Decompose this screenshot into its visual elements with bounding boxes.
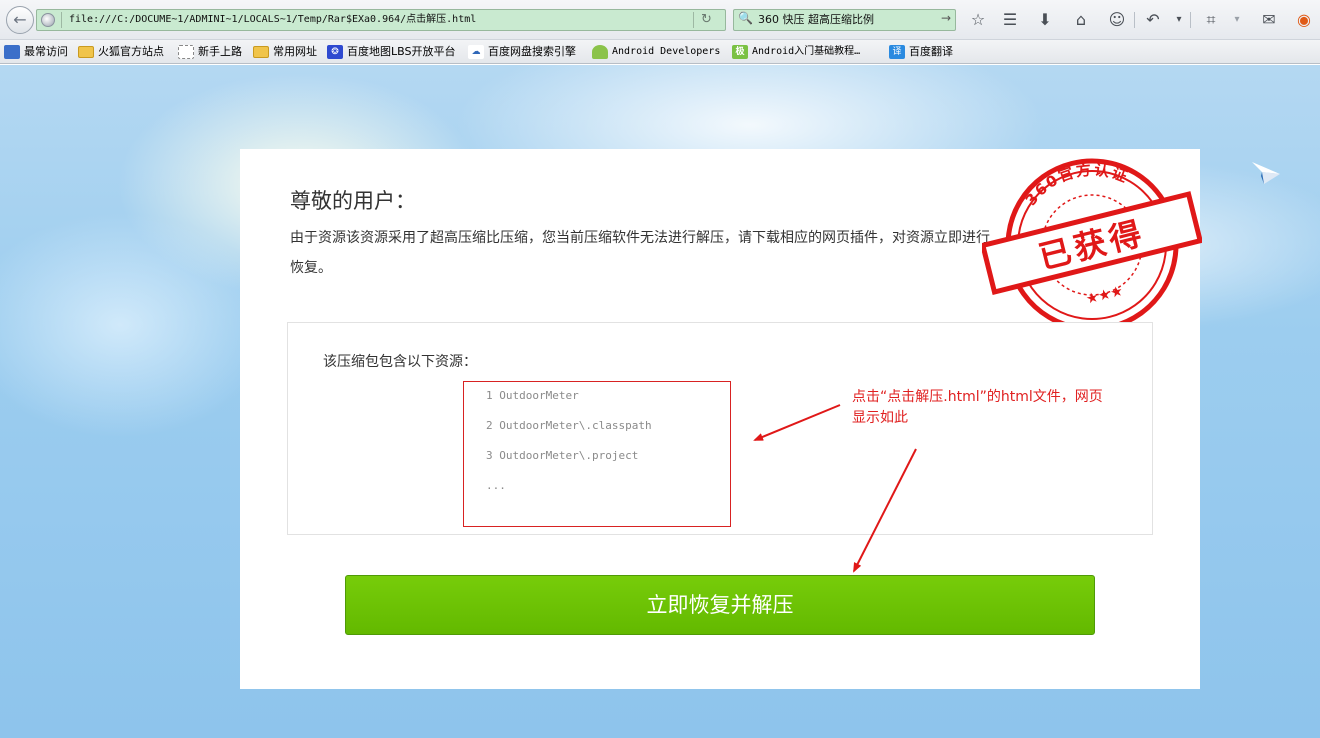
back-button[interactable]: ← — [6, 6, 34, 34]
paper-plane-icon — [1252, 162, 1280, 184]
search-input[interactable]: 360 快压 超高压缩比例 — [758, 10, 874, 30]
back-arrow-icon: ← — [13, 10, 27, 29]
notice-message: 由于资源该资源采用了超高压缩比压缩，您当前压缩软件无法进行解压，请下载相应的网页… — [290, 230, 990, 276]
reader-icon[interactable]: ☰ — [999, 10, 1021, 30]
bookmark-label: 百度网盘搜索引擎 — [488, 45, 576, 58]
stamp-stars-icon: ★★★ — [1084, 283, 1124, 308]
bookmark-common-sites[interactable]: 常用网址 — [253, 43, 317, 61]
search-go-icon[interactable]: → — [941, 11, 951, 25]
undo-icon[interactable]: ↶ — [1142, 10, 1164, 30]
weibo-icon[interactable]: ◉ — [1293, 10, 1315, 30]
search-icon: 🔍 — [738, 11, 753, 25]
bookmark-label: Android入门基础教程… — [752, 46, 861, 57]
bookmark-label: 常用网址 — [273, 45, 317, 58]
bookmark-getting-started[interactable]: 新手上路 — [178, 43, 242, 61]
bookmark-baidu-translate[interactable]: 译 百度翻译 — [889, 43, 953, 61]
folder-icon — [253, 46, 269, 58]
bookmark-label: 新手上路 — [198, 45, 242, 58]
url-separator — [61, 12, 62, 28]
chevron-down-icon[interactable]: ▾ — [1168, 10, 1190, 30]
baidu-paw-icon: ❂ — [327, 45, 343, 59]
greeting-heading: 尊敬的用户： — [290, 189, 416, 213]
annotation-note: 点击“点击解压.html”的html文件，网页显示如此 — [852, 389, 1103, 426]
cloud-icon: ☁ — [468, 45, 484, 59]
content-card: 尊敬的用户： 由于资源该资源采用了超高压缩比压缩，您当前压缩软件无法进行解压，请… — [240, 149, 1202, 689]
file-list-item: 1 OutdoorMeter — [486, 389, 579, 402]
bookmark-baidu-lbs[interactable]: ❂ 百度地图LBS开放平台 — [327, 43, 455, 61]
search-bar[interactable]: 🔍 360 快压 超高压缩比例 → — [733, 9, 956, 31]
most-visited-icon — [4, 45, 20, 59]
url-bar[interactable]: file:///C:/DOCUME~1/ADMINI~1/LOCALS~1/Te… — [36, 9, 726, 31]
bookmark-label: 百度地图LBS开放平台 — [347, 45, 456, 58]
site-identity-icon[interactable] — [41, 13, 55, 27]
crop-icon[interactable]: ⌗ — [1200, 10, 1222, 30]
download-icon[interactable]: ⬇ — [1034, 10, 1056, 30]
file-list-item: ... — [486, 479, 506, 492]
certification-stamp: 360官方认证 已获得 ★★★ — [982, 155, 1202, 332]
browser-navbar: ← file:///C:/DOCUME~1/ADMINI~1/LOCALS~1/… — [0, 0, 1320, 40]
translate-icon: 译 — [889, 45, 905, 59]
bookmark-label: 火狐官方站点 — [98, 45, 164, 58]
bookmark-baidu-pan-search[interactable]: ☁ 百度网盘搜索引擎 — [468, 43, 576, 61]
green-badge-icon: 极 — [732, 45, 748, 59]
comment-icon[interactable]: ✉ — [1258, 10, 1280, 30]
file-list-item: 3 OutdoorMeter\.project — [486, 449, 639, 462]
folder-icon — [78, 46, 94, 58]
url-separator-right — [693, 12, 694, 28]
resource-title: 该压缩包包含以下资源： — [323, 354, 477, 370]
bookmark-most-visited[interactable]: 最常访问 — [4, 43, 68, 61]
home-icon[interactable]: ⌂ — [1070, 10, 1092, 30]
bookmark-android-developers[interactable]: Android Developers — [592, 43, 720, 61]
reload-icon[interactable]: ↻ — [701, 10, 712, 30]
url-text[interactable]: file:///C:/DOCUME~1/ADMINI~1/LOCALS~1/Te… — [69, 10, 476, 30]
bookmark-android-tutorial[interactable]: 极 Android入门基础教程… — [732, 43, 860, 61]
toolbar-separator — [1134, 12, 1135, 28]
android-icon — [592, 45, 608, 59]
star-icon[interactable]: ☆ — [967, 10, 989, 30]
chevron-down-icon[interactable]: ▾ — [1226, 10, 1248, 30]
bookmark-label: 最常访问 — [24, 45, 68, 58]
bookmark-firefox-official[interactable]: 火狐官方站点 — [78, 43, 164, 61]
file-list: 1 OutdoorMeter 2 OutdoorMeter\.classpath… — [463, 381, 731, 527]
resource-box: 该压缩包包含以下资源： 1 OutdoorMeter 2 OutdoorMete… — [287, 322, 1153, 535]
restore-extract-button[interactable]: 立即恢复并解压 — [345, 575, 1095, 635]
bookmarks-bar: 最常访问 火狐官方站点 新手上路 常用网址 ❂ 百度地图LBS开放平台 ☁ 百度… — [0, 40, 1320, 64]
toolbar-separator — [1190, 12, 1191, 28]
bookmark-label: Android Developers — [612, 46, 721, 57]
file-list-item: 2 OutdoorMeter\.classpath — [486, 419, 652, 432]
dashed-page-icon — [178, 45, 194, 59]
bookmark-label: 百度翻译 — [909, 45, 953, 58]
chat-icon[interactable]: ☺ — [1106, 10, 1128, 30]
